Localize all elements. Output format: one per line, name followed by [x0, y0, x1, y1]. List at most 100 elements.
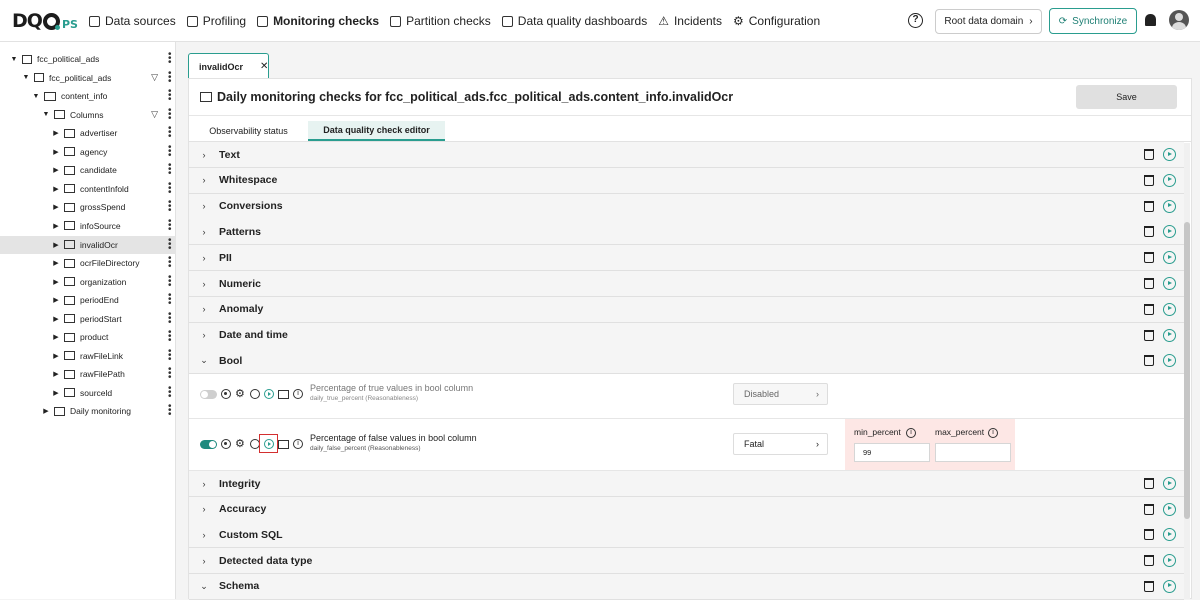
- bell-icon[interactable]: [1145, 14, 1156, 26]
- kebab-menu-icon[interactable]: • • •: [168, 105, 172, 123]
- nav-data-sources[interactable]: Data sources: [89, 14, 176, 28]
- trash-icon[interactable]: [1144, 503, 1154, 515]
- sidebar-item[interactable]: ▶ candidate • • •: [0, 161, 176, 179]
- max-percent-input[interactable]: [935, 443, 1011, 462]
- category-row[interactable]: › Text: [189, 142, 1184, 168]
- kebab-menu-icon[interactable]: • • •: [168, 124, 172, 142]
- info-icon[interactable]: i: [988, 428, 998, 438]
- chevron-right-icon[interactable]: ›: [189, 556, 219, 566]
- run-checks-icon[interactable]: [1163, 579, 1176, 593]
- run-checks-icon[interactable]: [1163, 148, 1176, 161]
- caret-right-icon[interactable]: ▶: [52, 278, 60, 286]
- caret-right-icon[interactable]: ▶: [52, 259, 60, 267]
- results-list-icon[interactable]: [278, 440, 289, 449]
- category-row[interactable]: › Date and time: [189, 322, 1184, 349]
- filter-icon[interactable]: ▽: [151, 72, 158, 83]
- nav-incidents[interactable]: ⚠ Incidents: [658, 14, 722, 28]
- sidebar-item[interactable]: ▶ product • • •: [0, 328, 176, 346]
- synchronize-button[interactable]: ⟳ Synchronize: [1049, 8, 1137, 34]
- run-checks-icon[interactable]: [1163, 554, 1176, 568]
- chevron-right-icon[interactable]: ›: [189, 201, 219, 211]
- chevron-right-icon[interactable]: ›: [189, 150, 219, 160]
- trash-icon[interactable]: [1144, 174, 1154, 186]
- sidebar-item[interactable]: ▶ advertiser • • •: [0, 124, 176, 142]
- category-row[interactable]: › Numeric: [189, 271, 1184, 297]
- caret-down-icon[interactable]: ▼: [32, 93, 40, 100]
- category-row[interactable]: › Integrity: [189, 471, 1184, 497]
- close-icon[interactable]: ✕: [260, 61, 268, 72]
- category-row[interactable]: ⌄ Schema: [189, 573, 1184, 600]
- kebab-menu-icon[interactable]: • • •: [168, 272, 172, 290]
- category-row[interactable]: › Whitespace: [189, 167, 1184, 194]
- nav-monitoring-checks[interactable]: Monitoring checks: [257, 14, 379, 28]
- tab-check-editor[interactable]: Data quality check editor: [308, 121, 445, 141]
- sidebar-item[interactable]: ▼ fcc_political_ads ▽ • • •: [0, 68, 176, 87]
- trash-icon[interactable]: [1144, 355, 1154, 367]
- sidebar-item[interactable]: ▶ grossSpend • • •: [0, 198, 176, 216]
- sidebar-item[interactable]: ▶ ocrFileDirectory • • •: [0, 254, 176, 272]
- category-row[interactable]: › PII: [189, 245, 1184, 272]
- kebab-menu-icon[interactable]: • • •: [168, 328, 172, 346]
- info-icon[interactable]: i: [293, 439, 303, 449]
- kebab-menu-icon[interactable]: • • •: [168, 216, 172, 234]
- kebab-menu-icon[interactable]: • • •: [168, 402, 172, 420]
- sidebar-item[interactable]: ▶ sourceld • • •: [0, 383, 176, 402]
- caret-right-icon[interactable]: ▶: [52, 129, 60, 137]
- target-icon[interactable]: [221, 439, 231, 449]
- sidebar-item[interactable]: ▶ rawFileLink • • •: [0, 346, 176, 365]
- trash-icon[interactable]: [1144, 529, 1154, 541]
- run-checks-icon[interactable]: [1163, 277, 1176, 290]
- kebab-menu-icon[interactable]: • • •: [168, 142, 172, 160]
- kebab-menu-icon[interactable]: • • •: [168, 50, 172, 68]
- sidebar-item[interactable]: ▶ contentInfold • • •: [0, 179, 176, 198]
- kebab-menu-icon[interactable]: • • •: [168, 309, 172, 327]
- run-checks-icon[interactable]: [1163, 328, 1176, 342]
- dqops-logo[interactable]: DQ PS: [12, 10, 78, 32]
- avatar[interactable]: [1169, 10, 1189, 30]
- caret-right-icon[interactable]: ▶: [52, 203, 60, 211]
- sidebar-item[interactable]: ▶ periodEnd • • •: [0, 291, 176, 309]
- chevron-right-icon[interactable]: ›: [189, 304, 219, 314]
- kebab-menu-icon[interactable]: • • •: [168, 383, 172, 401]
- category-row[interactable]: › Accuracy: [189, 496, 1184, 523]
- info-icon[interactable]: i: [293, 389, 303, 399]
- caret-right-icon[interactable]: ▶: [52, 148, 60, 156]
- trash-icon[interactable]: [1144, 580, 1154, 592]
- chevron-down-icon[interactable]: ⌄: [189, 355, 219, 366]
- caret-right-icon[interactable]: ▶: [52, 166, 60, 174]
- caret-down-icon[interactable]: ▼: [10, 56, 18, 63]
- run-checks-icon[interactable]: [1163, 199, 1176, 213]
- check-enabled-toggle[interactable]: [200, 390, 217, 399]
- trash-icon[interactable]: [1144, 329, 1154, 341]
- severity-selector[interactable]: Disabled ›: [733, 383, 828, 405]
- chevron-right-icon[interactable]: ›: [189, 253, 219, 263]
- chevron-right-icon[interactable]: ›: [189, 175, 219, 185]
- sidebar-item[interactable]: ▶ organization • • •: [0, 272, 176, 291]
- kebab-menu-icon[interactable]: • • •: [168, 198, 172, 216]
- severity-selector[interactable]: Fatal ›: [733, 433, 828, 455]
- chevron-right-icon[interactable]: ›: [189, 530, 219, 540]
- run-checks-icon[interactable]: [1163, 528, 1176, 542]
- results-list-icon[interactable]: [278, 390, 289, 399]
- tab-observability-status[interactable]: Observability status: [199, 121, 298, 141]
- sidebar-item[interactable]: ▼ content_info • • •: [0, 87, 176, 105]
- category-row[interactable]: › Custom SQL: [189, 522, 1184, 549]
- nav-profiling[interactable]: Profiling: [186, 14, 246, 28]
- run-check-icon[interactable]: [264, 389, 274, 399]
- category-row[interactable]: › Conversions: [189, 193, 1184, 220]
- caret-right-icon[interactable]: ▶: [52, 222, 60, 230]
- data-domain-button[interactable]: Root data domain ›: [935, 9, 1042, 34]
- trash-icon[interactable]: [1144, 149, 1154, 160]
- kebab-menu-icon[interactable]: • • •: [168, 254, 172, 272]
- chevron-right-icon[interactable]: ›: [189, 279, 219, 289]
- sidebar-item[interactable]: ▶ agency • • •: [0, 142, 176, 161]
- schedule-clock-icon[interactable]: [250, 389, 260, 399]
- nav-configuration[interactable]: ⚙ Configuration: [733, 14, 820, 28]
- category-row[interactable]: › Patterns: [189, 219, 1184, 246]
- filter-icon[interactable]: ▽: [151, 109, 158, 120]
- kebab-menu-icon[interactable]: • • •: [168, 235, 172, 253]
- gear-icon[interactable]: ⚙: [235, 439, 245, 450]
- run-checks-icon[interactable]: [1163, 354, 1176, 368]
- chevron-right-icon[interactable]: ›: [189, 227, 219, 237]
- run-checks-icon[interactable]: [1163, 251, 1176, 265]
